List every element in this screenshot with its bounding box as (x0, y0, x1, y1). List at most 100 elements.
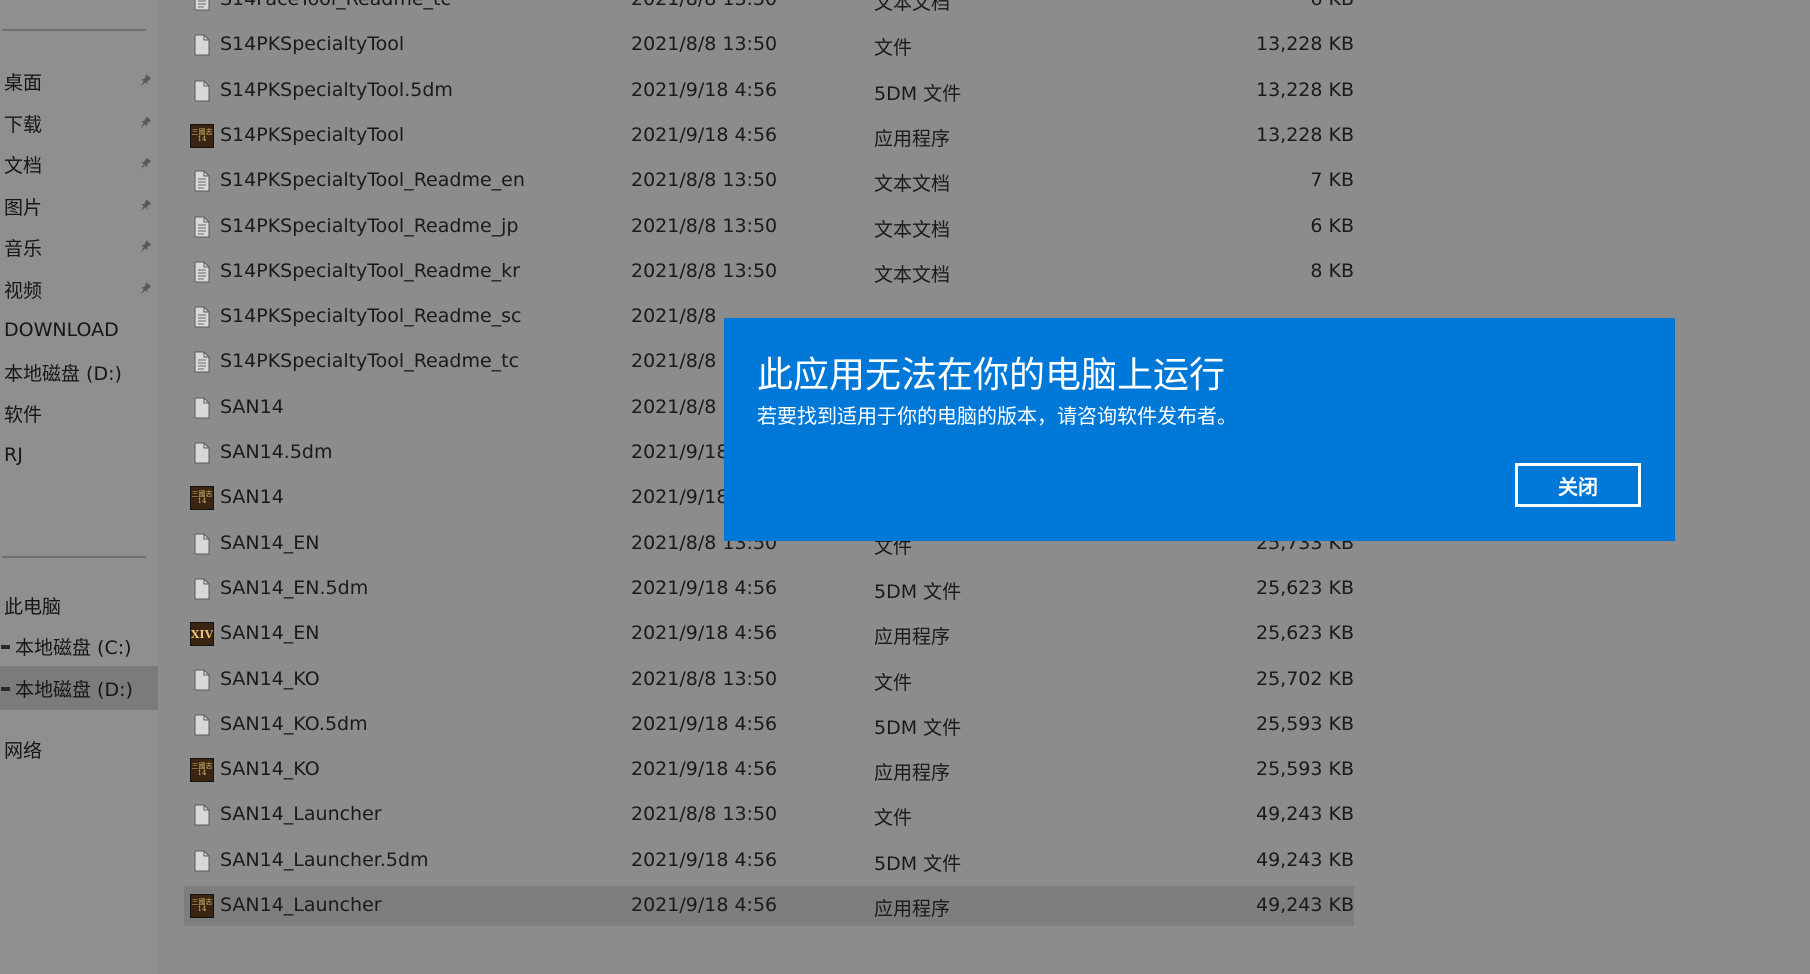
file-size: 25,593 KB (1255, 758, 1354, 780)
file-name: S14PKSpecialtyTool_Readme_jp (220, 215, 519, 237)
nav-item[interactable]: 音乐 (0, 225, 158, 269)
app-cannot-run-dialog: 此应用无法在你的电脑上运行 若要找到适用于你的电脑的版本，请咨询软件发布者。 关… (724, 318, 1675, 541)
file-type: 5DM 文件 (874, 853, 962, 875)
nav-item[interactable]: 图片 (0, 184, 158, 228)
blank-file-icon (190, 668, 214, 692)
file-name: SAN14_EN (220, 532, 320, 554)
file-date: 2021/9/18 4:56 (631, 758, 778, 780)
nav-item-label: 软件 (4, 403, 43, 426)
file-date: 2021/8/8 13:50 (631, 33, 778, 55)
app-icon: 三國志 14 (190, 894, 214, 918)
file-row[interactable]: SAN14_Launcher 2021/8/8 13:50 文件 49,243 KB (184, 795, 1354, 835)
file-row[interactable]: SAN14_KO 2021/8/8 13:50 文件 25,702 KB (184, 660, 1354, 700)
text-file-icon (190, 305, 214, 329)
file-date: 2021/9/18 4:56 (631, 713, 778, 735)
nav-item[interactable]: 桌面 (0, 59, 158, 103)
file-row[interactable]: SAN14_KO.5dm 2021/9/18 4:56 5DM 文件 25,593 K… (184, 705, 1354, 745)
nav-item-label: 此电脑 (4, 595, 62, 618)
nav-item[interactable]: DOWNLOAD (0, 308, 158, 352)
file-type: 应用程序 (874, 128, 951, 150)
nav-divider (2, 29, 146, 31)
nav-item-this-pc[interactable]: 此电脑 (0, 583, 158, 627)
blank-file-icon (190, 849, 214, 873)
file-date: 2021/9/18 4:56 (631, 577, 778, 599)
nav-divider (2, 556, 146, 558)
pin-icon (136, 238, 154, 256)
file-date: 2021/8/8 (631, 350, 717, 372)
file-row[interactable]: 三國志 14 SAN14_KO 2021/9/18 4:56 应用程序 25,593 K… (184, 750, 1354, 790)
file-type: 5DM 文件 (874, 581, 962, 603)
file-date: 2021/9/18 (631, 441, 729, 463)
file-type: 文件 (874, 672, 913, 694)
close-button[interactable]: 关闭 (1515, 463, 1641, 507)
blank-file-icon (190, 33, 214, 57)
file-name: S14PKSpecialtyTool.5dm (220, 79, 453, 101)
nav-item[interactable]: 本地磁盘 (D:) (0, 350, 158, 394)
nav-item-drive[interactable]: 本地磁盘 (C:) (0, 624, 158, 668)
file-size: 8 KB (1310, 260, 1354, 282)
file-size: 6 KB (1154, 0, 1354, 10)
file-size: 25,623 KB (1255, 577, 1354, 599)
pin-icon (136, 114, 154, 132)
file-name: SAN14_KO.5dm (220, 713, 368, 735)
file-row[interactable]: SAN14_Launcher.5dm 2021/9/18 4:56 5DM 文件 49… (184, 841, 1354, 881)
app-icon: XIV (190, 622, 214, 646)
file-row[interactable]: 三國志 14 S14PKSpecialtyTool 2021/9/18 4:56 应用… (184, 116, 1354, 156)
file-row[interactable]: S14PKSpecialtyTool_Readme_en 2021/8/8 13:… (184, 161, 1354, 201)
file-type: 5DM 文件 (874, 717, 962, 739)
file-name: SAN14_KO (220, 668, 320, 690)
nav-item-label: 视频 (4, 279, 43, 302)
file-row[interactable]: SAN14_EN.5dm 2021/9/18 4:56 5DM 文件 25,623 K… (184, 569, 1354, 609)
file-name: SAN14 (220, 396, 284, 418)
text-file-icon (190, 260, 214, 284)
nav-item-label: DOWNLOAD (4, 319, 119, 341)
file-size: 25,702 KB (1255, 668, 1354, 690)
file-row[interactable]: S14PKSpecialtyTool 2021/8/8 13:50 文件 13,228… (184, 25, 1354, 65)
file-date: 2021/8/8 13:50 (631, 169, 778, 191)
file-row[interactable]: S14PKSpecialtyTool_Readme_kr 2021/8/8 13:… (184, 252, 1354, 292)
file-size: 25,593 KB (1255, 713, 1354, 735)
nav-item[interactable]: 下载 (0, 101, 158, 145)
file-date: 2021/8/8 13:50 (631, 0, 777, 10)
dialog-message: 若要找到适用于你的电脑的版本，请咨询软件发布者。 (757, 404, 1237, 428)
file-row[interactable]: S14PKSpecialtyTool.5dm 2021/9/18 4:56 5DM … (184, 71, 1354, 111)
file-row[interactable]: 三國志 14 SAN14_Launcher 2021/9/18 4:56 应用程序 49… (184, 886, 1354, 926)
file-row[interactable]: S14FaceTool_Readme_tc 2021/8/8 13:50 文本文档 6… (184, 0, 1354, 20)
file-type: 文件 (874, 807, 913, 829)
nav-item-network[interactable]: 网络 (0, 727, 158, 771)
file-date: 2021/9/18 4:56 (631, 124, 778, 146)
nav-item[interactable]: RJ (0, 433, 158, 477)
nav-item[interactable]: 软件 (0, 391, 158, 435)
nav-item-drive[interactable]: 本地磁盘 (D:) (0, 666, 158, 710)
file-row[interactable]: S14PKSpecialtyTool_Readme_jp 2021/8/8 13:… (184, 207, 1354, 247)
drive-icon (1, 645, 10, 649)
file-type: 5DM 文件 (874, 83, 962, 105)
file-size: 49,243 KB (1255, 803, 1354, 825)
file-date: 2021/9/18 (631, 486, 729, 508)
nav-item[interactable]: 视频 (0, 267, 158, 311)
file-type: 应用程序 (874, 626, 951, 648)
blank-file-icon (190, 577, 214, 601)
file-date: 2021/8/8 13:50 (631, 215, 778, 237)
file-date: 2021/8/8 13:50 (631, 803, 778, 825)
file-name: SAN14.5dm (220, 441, 333, 463)
file-name: SAN14_Launcher.5dm (220, 849, 429, 871)
text-file-icon (190, 169, 214, 193)
file-name: SAN14_KO (220, 758, 320, 780)
file-size: 49,243 KB (1255, 894, 1354, 916)
nav-item-label: 音乐 (4, 237, 43, 260)
file-type: 应用程序 (874, 898, 951, 920)
file-row[interactable]: XIV SAN14_EN 2021/9/18 4:56 应用程序 25,623 KB (184, 614, 1354, 654)
nav-item-label: 桌面 (4, 71, 43, 94)
nav-item-label: 本地磁盘 (C:) (15, 636, 132, 659)
file-name: S14PKSpecialtyTool_Readme_tc (220, 350, 520, 372)
file-type: 文件 (874, 37, 913, 59)
pin-icon (136, 155, 154, 173)
file-type: 文本文档 (874, 219, 951, 241)
nav-item[interactable]: 文档 (0, 142, 158, 186)
file-name: SAN14_Launcher (220, 894, 382, 916)
app-icon: 三國志 14 (190, 486, 214, 510)
dialog-title: 此应用无法在你的电脑上运行 (757, 355, 1226, 396)
pin-icon (136, 280, 154, 298)
blank-file-icon (190, 713, 214, 737)
